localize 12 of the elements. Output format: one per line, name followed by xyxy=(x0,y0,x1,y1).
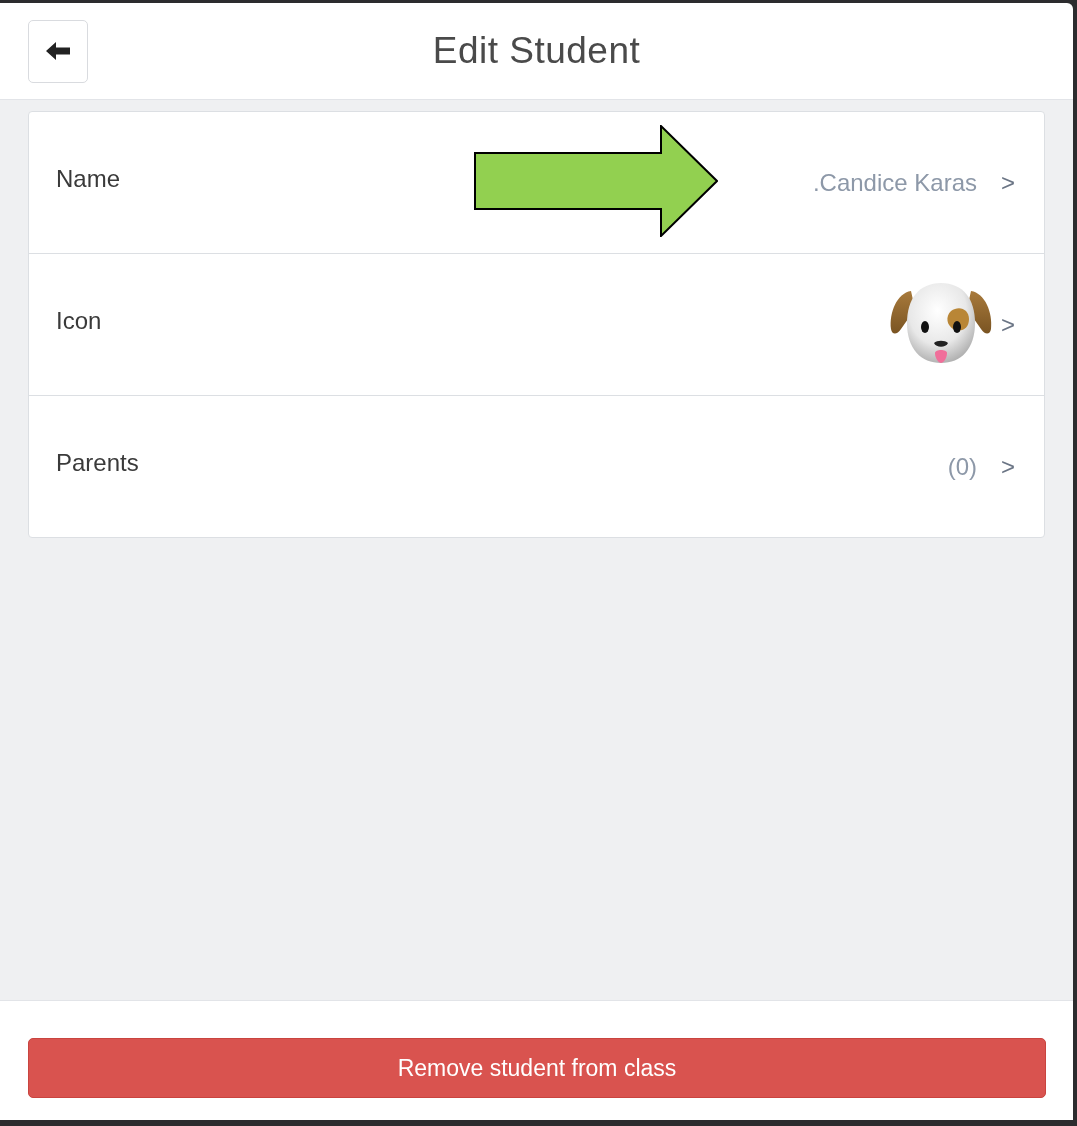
chevron[interactable]: > xyxy=(1001,168,1015,197)
back-button[interactable] xyxy=(28,19,88,83)
row-label: Icon xyxy=(56,306,102,336)
row-label: Name xyxy=(56,164,121,194)
page-title: Edit Student xyxy=(432,30,641,72)
chevron[interactable]: > xyxy=(1001,310,1015,339)
remove-student-button[interactable]: Remove student from class xyxy=(28,1038,1046,1098)
row-value: (0) xyxy=(947,452,977,481)
chevron[interactable]: > xyxy=(1001,452,1015,481)
row-value: .Candice Karas xyxy=(812,168,977,197)
row-label: Parents xyxy=(56,448,139,478)
arrow-left-icon xyxy=(46,42,70,60)
